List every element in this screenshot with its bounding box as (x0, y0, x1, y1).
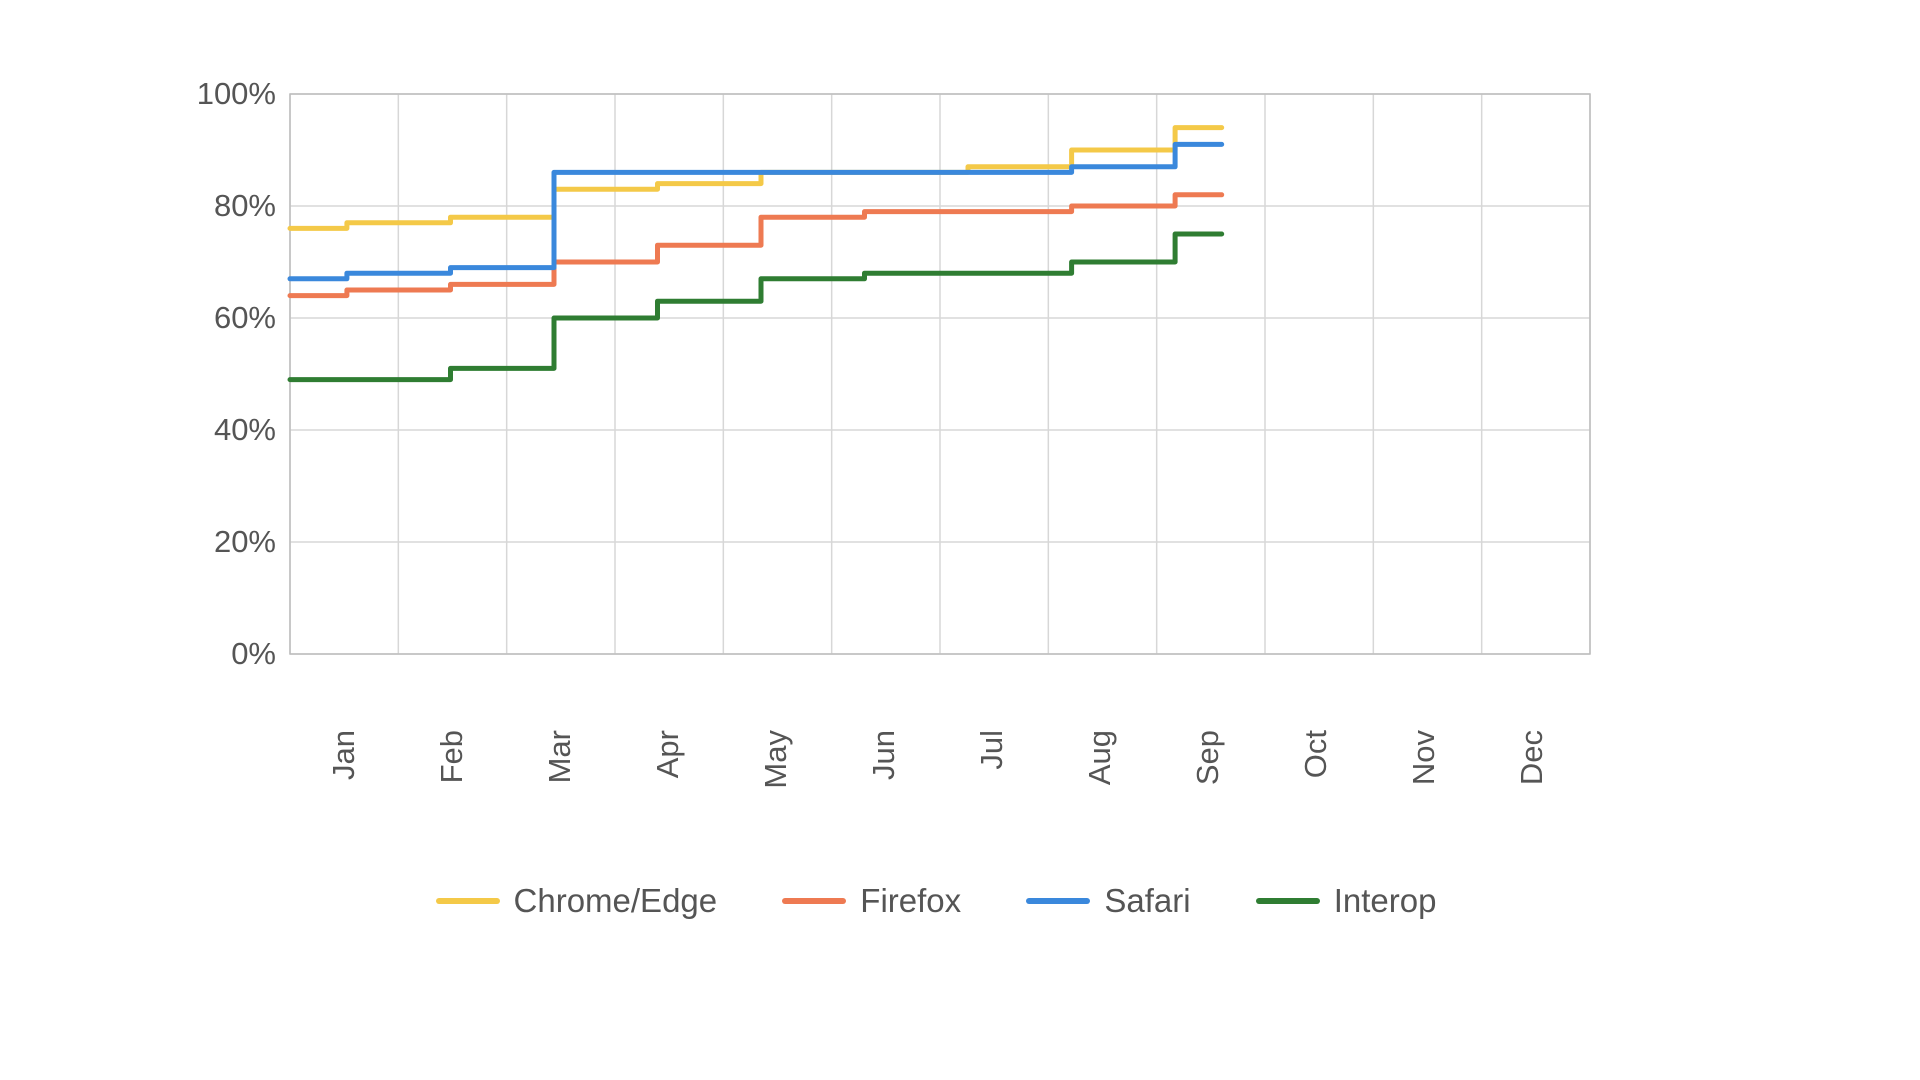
y-tick-label: 40% (156, 412, 276, 448)
legend-swatch (782, 898, 846, 904)
y-tick-label: 80% (156, 188, 276, 224)
x-tick-label: Oct (1298, 730, 1334, 778)
y-tick-label: 60% (156, 300, 276, 336)
legend-item-firefox: Firefox (782, 882, 961, 920)
line-chart (290, 94, 1590, 654)
legend-swatch (436, 898, 500, 904)
legend-label: Firefox (860, 882, 961, 920)
legend-label: Safari (1104, 882, 1190, 920)
legend: Chrome/Edge Firefox Safari Interop (216, 874, 1656, 920)
x-tick-label: May (758, 730, 794, 789)
legend-swatch (1026, 898, 1090, 904)
x-tick-label: Dec (1514, 730, 1550, 785)
chart-container: 100% 80% 60% 40% 20% 0% Jan Feb Mar Apr … (216, 94, 1656, 986)
legend-item-chrome-edge: Chrome/Edge (436, 882, 718, 920)
y-tick-label: 20% (156, 524, 276, 560)
y-tick-label: 100% (156, 76, 276, 112)
x-tick-label: Jan (326, 730, 362, 780)
x-tick-label: Nov (1406, 730, 1442, 785)
x-tick-label: Jul (974, 730, 1010, 770)
legend-item-safari: Safari (1026, 882, 1190, 920)
legend-label: Interop (1334, 882, 1437, 920)
x-tick-label: Apr (650, 730, 686, 778)
legend-swatch (1256, 898, 1320, 904)
legend-item-interop: Interop (1256, 882, 1437, 920)
y-tick-label: 0% (156, 636, 276, 672)
x-tick-label: Aug (1082, 730, 1118, 785)
x-tick-label: Sep (1190, 730, 1226, 785)
x-tick-label: Jun (866, 730, 902, 780)
x-tick-label: Feb (434, 730, 470, 783)
legend-label: Chrome/Edge (514, 882, 718, 920)
x-tick-label: Mar (542, 730, 578, 783)
